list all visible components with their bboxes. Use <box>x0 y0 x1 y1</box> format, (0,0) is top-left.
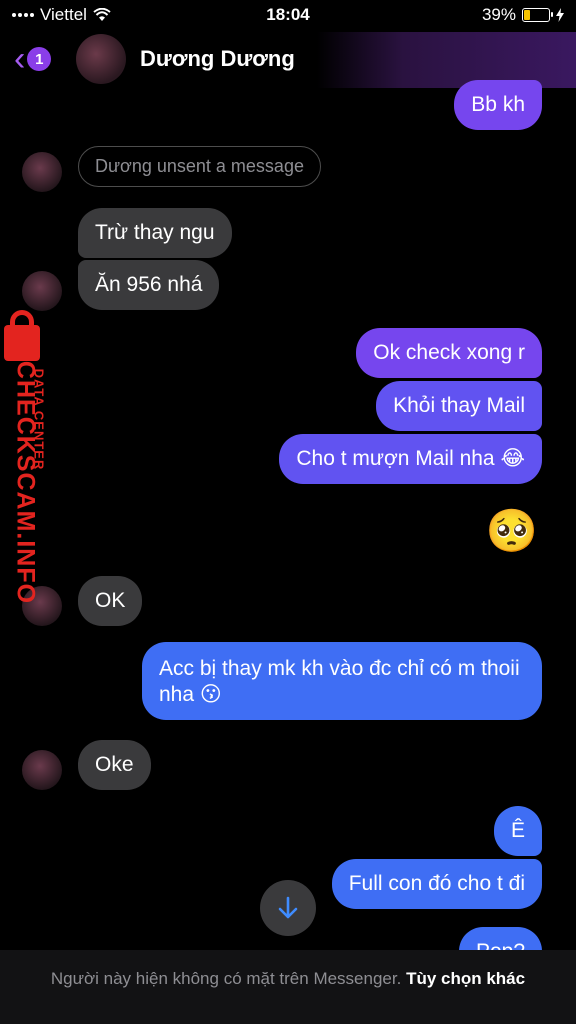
message-outgoing[interactable]: Bb kh <box>454 80 542 130</box>
sender-avatar[interactable] <box>22 152 62 192</box>
message-incoming[interactable]: Ăn 956 nhá <box>78 260 220 310</box>
message-outgoing[interactable]: Khỏi thay Mail <box>376 381 542 431</box>
emoji-message[interactable]: 🥺 <box>486 508 538 554</box>
sender-avatar[interactable] <box>22 271 62 311</box>
sender-avatar[interactable] <box>22 750 62 790</box>
unread-badge: 1 <box>27 47 52 71</box>
footer-notice: Người này hiện không có mặt trên Messeng… <box>50 969 402 988</box>
message-outgoing[interactable]: Acc bị thay mk kh vào đc chỉ có m thoii … <box>142 642 542 720</box>
message-incoming[interactable]: Oke <box>78 740 151 790</box>
status-bar: Viettel 18:04 39% <box>0 0 576 32</box>
battery-icon <box>522 8 553 22</box>
unsent-notice: Dương unsent a message <box>78 146 321 187</box>
unavailable-footer: Người này hiện không có mặt trên Messeng… <box>0 950 576 1024</box>
back-button[interactable]: ‹ 1 <box>14 40 52 78</box>
watermark-subtitle: DATA CENTER <box>31 368 47 471</box>
message-incoming[interactable]: Trừ thay ngu <box>78 208 232 258</box>
scroll-to-bottom-button[interactable] <box>260 880 316 936</box>
message-outgoing[interactable]: Ê <box>493 806 542 856</box>
message-outgoing[interactable]: Full con đó cho t đi <box>331 859 542 909</box>
charging-icon <box>556 8 564 22</box>
status-right: 39% <box>482 5 564 25</box>
contact-name[interactable]: Dương Dương <box>140 46 295 72</box>
watermark: CHECKSCAM.INFO DATA CENTER <box>0 308 64 604</box>
arrow-down-icon <box>278 896 298 919</box>
message-incoming[interactable]: OK <box>78 576 143 626</box>
chevron-left-icon: ‹ <box>14 40 26 78</box>
message-outgoing[interactable]: Cho t mượn Mail nha 😂 <box>279 434 542 484</box>
message-outgoing[interactable]: Ok check xong r <box>356 328 542 378</box>
contact-avatar[interactable] <box>76 34 126 84</box>
battery-percent: 39% <box>481 5 516 24</box>
more-options-link[interactable]: Tùy chọn khác <box>406 969 525 988</box>
